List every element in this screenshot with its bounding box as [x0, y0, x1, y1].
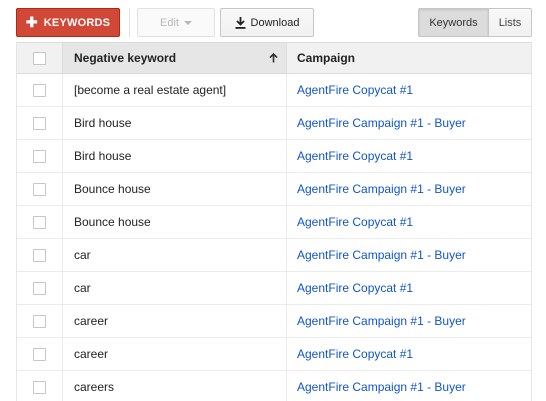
campaign-link[interactable]: AgentFire Campaign #1 - Buyer: [297, 380, 466, 394]
campaign-link[interactable]: AgentFire Copycat #1: [297, 281, 413, 295]
row-checkbox[interactable]: [33, 182, 46, 196]
row-checkbox-cell: [17, 272, 63, 304]
keyword-text: Bird house: [74, 149, 132, 163]
header-checkbox-cell: [17, 43, 63, 73]
download-button[interactable]: Download: [220, 8, 314, 37]
campaign-cell: AgentFire Campaign #1 - Buyer: [287, 305, 531, 337]
download-label: Download: [250, 16, 300, 29]
keyword-cell: car: [63, 272, 287, 304]
campaign-link[interactable]: AgentFire Copycat #1: [297, 83, 413, 97]
table-row: Bird house AgentFire Copycat #1: [17, 140, 531, 173]
campaign-link[interactable]: AgentFire Copycat #1: [297, 215, 413, 229]
campaign-cell: AgentFire Campaign #1 - Buyer: [287, 239, 531, 271]
row-checkbox-cell: [17, 140, 63, 172]
campaign-cell: AgentFire Copycat #1: [287, 140, 531, 172]
table-body: [become a real estate agent] AgentFire C…: [17, 74, 531, 401]
table-header: Negative keyword Campaign: [17, 42, 531, 74]
table-row: car AgentFire Campaign #1 - Buyer: [17, 239, 531, 272]
keyword-cell: career: [63, 305, 287, 337]
keyword-text: Bird house: [74, 116, 132, 130]
row-checkbox[interactable]: [33, 281, 46, 295]
campaign-link[interactable]: AgentFire Campaign #1 - Buyer: [297, 116, 466, 130]
row-checkbox-cell: [17, 338, 63, 370]
campaign-link[interactable]: AgentFire Campaign #1 - Buyer: [297, 314, 466, 328]
campaign-cell: AgentFire Campaign #1 - Buyer: [287, 371, 531, 401]
campaign-cell: AgentFire Copycat #1: [287, 272, 531, 304]
lists-view-toggle[interactable]: Lists: [489, 8, 532, 37]
edit-button[interactable]: Edit: [137, 8, 215, 37]
campaign-cell: AgentFire Copycat #1: [287, 206, 531, 238]
keyword-cell: car: [63, 239, 287, 271]
add-keywords-button[interactable]: ✚ KEYWORDS: [16, 8, 120, 37]
add-keywords-label: KEYWORDS: [43, 16, 111, 29]
row-checkbox-cell: [17, 371, 63, 401]
row-checkbox-cell: [17, 239, 63, 271]
toolbar-divider: [129, 8, 130, 37]
table-row: Bounce house AgentFire Campaign #1 - Buy…: [17, 173, 531, 206]
table-row: car AgentFire Copycat #1: [17, 272, 531, 305]
campaign-cell: AgentFire Copycat #1: [287, 338, 531, 370]
campaign-cell: AgentFire Campaign #1 - Buyer: [287, 173, 531, 205]
table-row: careers AgentFire Campaign #1 - Buyer: [17, 371, 531, 401]
keyword-text: car: [74, 281, 91, 295]
toolbar: ✚ KEYWORDS Edit Download Keywords Lists: [0, 0, 546, 44]
campaign-column-header[interactable]: Campaign: [287, 43, 531, 73]
keyword-cell: career: [63, 338, 287, 370]
row-checkbox[interactable]: [33, 347, 46, 361]
keyword-cell: Bird house: [63, 107, 287, 139]
keyword-cell: Bounce house: [63, 173, 287, 205]
keyword-text: Bounce house: [74, 182, 151, 196]
row-checkbox[interactable]: [33, 149, 46, 163]
keyword-cell: careers: [63, 371, 287, 401]
row-checkbox-cell: [17, 305, 63, 337]
keyword-text: car: [74, 248, 91, 262]
campaign-cell: AgentFire Campaign #1 - Buyer: [287, 107, 531, 139]
negative-keywords-table: Negative keyword Campaign [become a real…: [16, 42, 532, 401]
table-row: career AgentFire Copycat #1: [17, 338, 531, 371]
select-all-checkbox[interactable]: [33, 51, 46, 65]
plus-icon: ✚: [25, 14, 38, 30]
row-checkbox-cell: [17, 107, 63, 139]
download-icon: [235, 16, 246, 29]
campaign-column-label: Campaign: [297, 51, 356, 65]
keyword-column-header[interactable]: Negative keyword: [63, 43, 287, 73]
campaign-link[interactable]: AgentFire Campaign #1 - Buyer: [297, 182, 466, 196]
view-toggle: Keywords Lists: [418, 8, 532, 37]
row-checkbox[interactable]: [33, 314, 46, 328]
keyword-text: careers: [74, 380, 115, 394]
campaign-link[interactable]: AgentFire Copycat #1: [297, 347, 413, 361]
row-checkbox[interactable]: [33, 248, 46, 262]
row-checkbox[interactable]: [33, 215, 46, 229]
row-checkbox-cell: [17, 173, 63, 205]
keyword-cell: [become a real estate agent]: [63, 74, 287, 106]
keyword-cell: Bird house: [63, 140, 287, 172]
row-checkbox[interactable]: [33, 116, 46, 130]
keyword-text: Bounce house: [74, 215, 151, 229]
row-checkbox[interactable]: [33, 83, 46, 97]
caret-down-icon: [183, 21, 192, 25]
sort-ascending-icon: [269, 53, 278, 63]
campaign-cell: AgentFire Copycat #1: [287, 74, 531, 106]
campaign-link[interactable]: AgentFire Copycat #1: [297, 149, 413, 163]
keyword-column-label: Negative keyword: [74, 51, 177, 65]
row-checkbox-cell: [17, 74, 63, 106]
table-row: Bounce house AgentFire Copycat #1: [17, 206, 531, 239]
edit-label: Edit: [160, 16, 179, 29]
table-row: career AgentFire Campaign #1 - Buyer: [17, 305, 531, 338]
keyword-text: [become a real estate agent]: [74, 83, 227, 97]
row-checkbox-cell: [17, 206, 63, 238]
keyword-cell: Bounce house: [63, 206, 287, 238]
keyword-text: career: [74, 347, 109, 361]
keyword-text: career: [74, 314, 109, 328]
table-row: Bird house AgentFire Campaign #1 - Buyer: [17, 107, 531, 140]
table-row: [become a real estate agent] AgentFire C…: [17, 74, 531, 107]
campaign-link[interactable]: AgentFire Campaign #1 - Buyer: [297, 248, 466, 262]
row-checkbox[interactable]: [33, 380, 46, 394]
keywords-view-toggle[interactable]: Keywords: [418, 8, 489, 37]
